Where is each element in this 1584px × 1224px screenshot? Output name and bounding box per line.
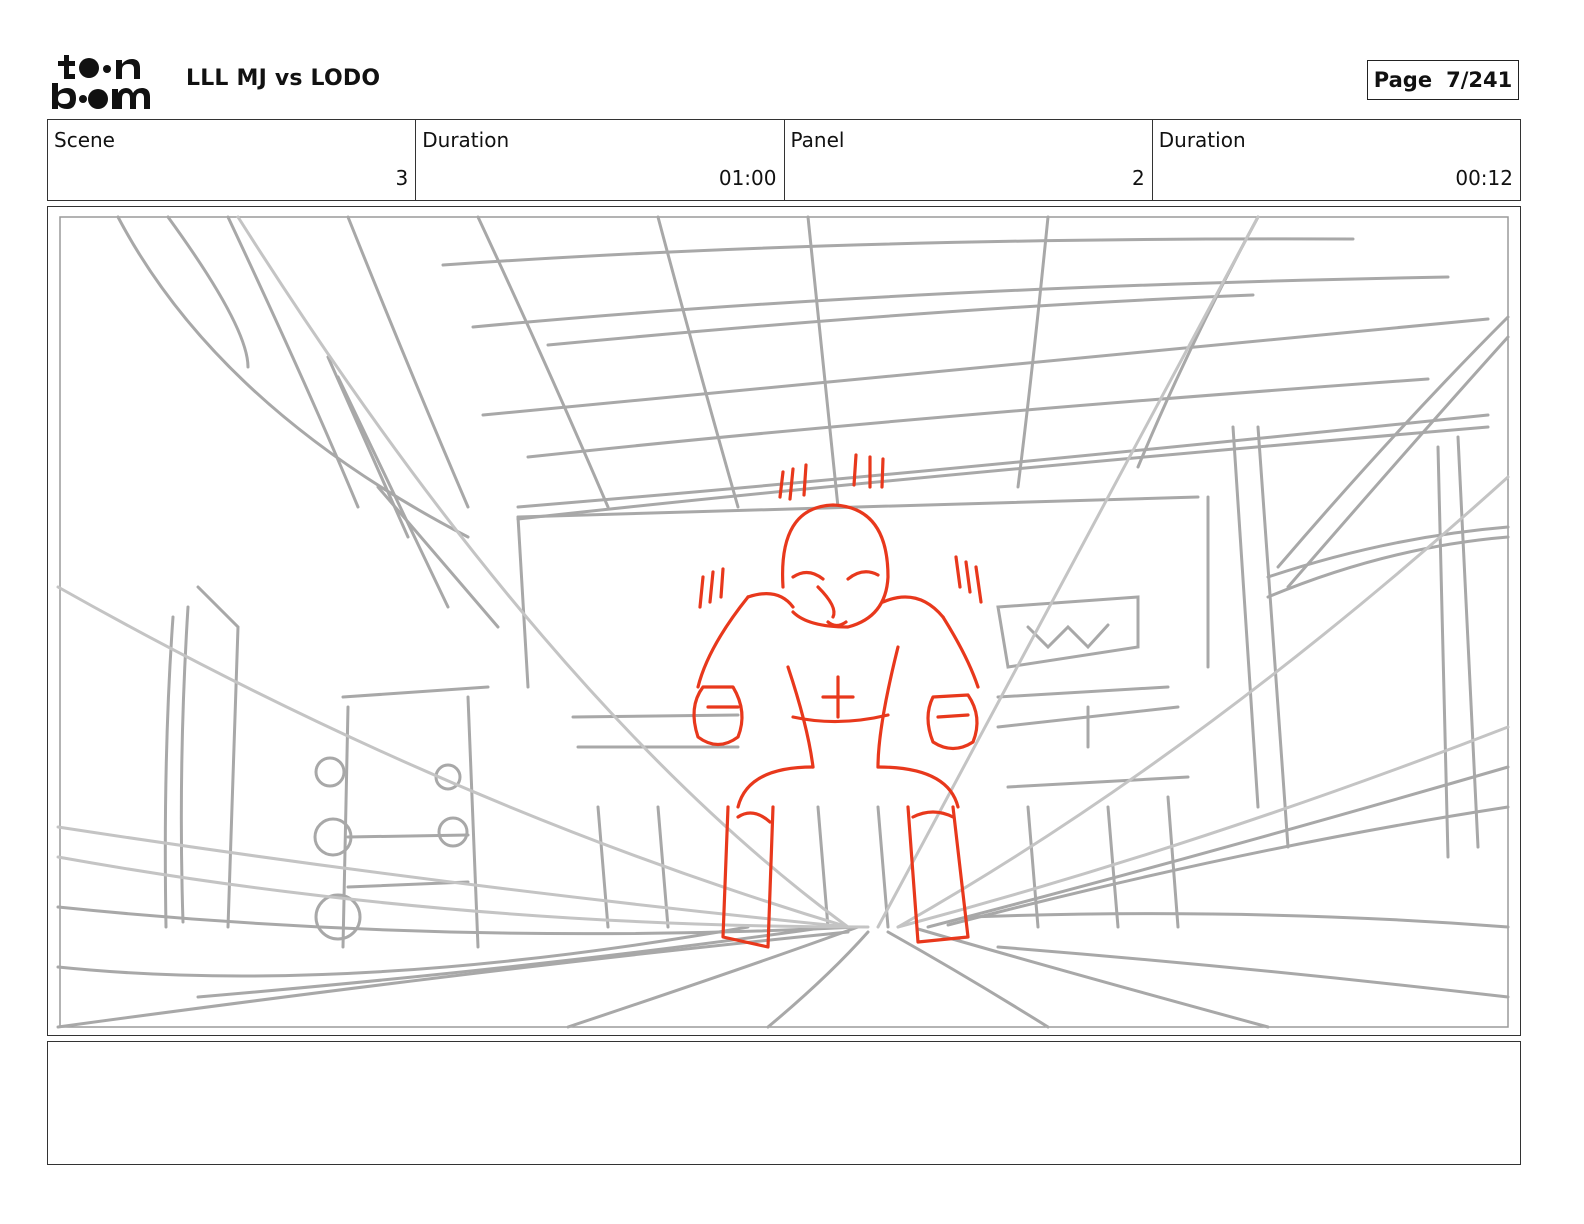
toonboom-logo — [52, 52, 162, 112]
panel-info-table: Scene 3 Duration 01:00 Panel 2 Duration … — [47, 119, 1521, 201]
panel-cell: Panel 2 — [785, 120, 1153, 200]
panel-notes-box — [47, 1041, 1521, 1165]
scene-label: Scene — [54, 128, 115, 152]
panel-duration-value: 00:12 — [1455, 166, 1513, 190]
toonboom-logo-icon — [52, 55, 150, 109]
scene-cell: Scene 3 — [48, 120, 417, 200]
scene-duration-cell: Duration 01:00 — [416, 120, 785, 200]
panel-duration-label: Duration — [1158, 128, 1246, 152]
panel-value: 2 — [1132, 166, 1145, 190]
panel-label: Panel — [790, 128, 845, 152]
page-indicator: Page 7/241 — [1367, 60, 1519, 100]
character-sketch — [692, 453, 983, 949]
scene-duration-label: Duration — [422, 128, 510, 152]
panel-duration-cell: Duration 00:12 — [1153, 120, 1520, 200]
scene-duration-value: 01:00 — [718, 166, 777, 190]
scene-value: 3 — [395, 166, 409, 190]
page-label: Page — [1373, 68, 1433, 92]
page-value: 7/241 — [1446, 68, 1513, 92]
storyboard-panel — [47, 206, 1521, 1036]
project-title: LLL MJ vs LODO — [186, 66, 381, 91]
sketch-drawing — [56, 215, 1510, 1029]
